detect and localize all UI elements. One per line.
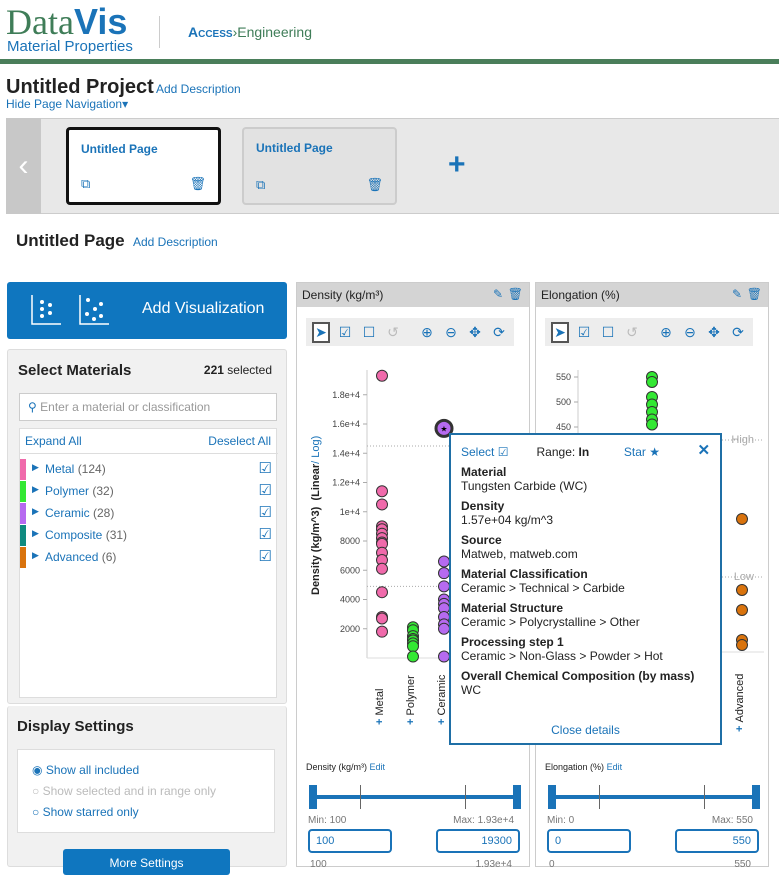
data-point-ceramic[interactable]: [438, 555, 450, 568]
data-point-advanced[interactable]: [736, 513, 748, 525]
y-tick-label: 550: [556, 372, 571, 382]
detail-key: Source: [461, 533, 502, 547]
detail-value: Ceramic > Non-Glass > Powder > Hot: [461, 649, 663, 663]
detail-value: Ceramic > Polycrystalline > Other: [461, 615, 640, 629]
detail-value: Ceramic > Technical > Carbide: [461, 581, 625, 595]
range-status: Range: In: [536, 445, 590, 459]
detail-key: Material: [461, 465, 507, 479]
range-min-input[interactable]: 0: [547, 829, 631, 853]
range-slider-track[interactable]: [312, 795, 516, 799]
close-icon[interactable]: ✕: [697, 443, 710, 459]
data-point-metal[interactable]: [376, 562, 388, 575]
category-label-text: Polymer: [405, 675, 417, 716]
y-tick-label: 1.8e+4: [332, 390, 360, 400]
range-slider-track[interactable]: [551, 795, 755, 799]
y-tick-label: 450: [556, 422, 571, 432]
category-label-text: Advanced: [734, 673, 746, 723]
range-slider-handle[interactable]: [513, 785, 521, 809]
category-label-polymer[interactable]: + Polymer: [405, 675, 417, 725]
data-point-ceramic[interactable]: [438, 567, 450, 580]
star-icon: ★: [440, 424, 447, 433]
y-tick-label: 2000: [340, 624, 360, 634]
range-marker: [599, 785, 600, 809]
slider-max-label: Max: 1.93e+4: [453, 815, 514, 826]
edit-range-link[interactable]: Edit: [370, 762, 386, 772]
axis-max-label: 550: [734, 859, 751, 870]
material-details-popup: Select ☑ Range: In Star ★ ✕ Material Tung…: [449, 433, 722, 745]
range-max-input[interactable]: 550: [675, 829, 759, 853]
category-label-ceramic[interactable]: + Ceramic: [436, 675, 448, 725]
axis-max-label: 1.93e+4: [475, 859, 512, 870]
range-low-label: Low: [734, 571, 754, 583]
star-toggle[interactable]: Star ★: [624, 445, 698, 459]
plus-icon[interactable]: +: [436, 716, 448, 725]
data-point-polymer[interactable]: [407, 650, 419, 663]
data-point-advanced[interactable]: [736, 604, 748, 616]
y-tick-label: 4000: [340, 595, 360, 605]
close-details-link[interactable]: Close details: [461, 723, 710, 737]
data-point-polymer[interactable]: [646, 418, 658, 431]
data-point-ceramic[interactable]: [438, 622, 450, 635]
slider-label: Density (kg/m³) Edit: [306, 762, 386, 772]
detail-value: Matweb, matweb.com: [461, 547, 578, 561]
detail-key: Material Classification: [461, 567, 588, 581]
detail-value: WC: [461, 683, 481, 697]
detail-value: 1.57e+04 kg/m^3: [461, 513, 554, 527]
data-point-ceramic[interactable]: [438, 650, 450, 663]
select-toggle[interactable]: Select ☑: [461, 445, 537, 459]
y-tick-label: 500: [556, 397, 571, 407]
y-tick-label: 1.4e+4: [332, 448, 360, 458]
category-label-metal[interactable]: + Metal: [374, 689, 386, 725]
data-point-advanced[interactable]: [736, 639, 748, 651]
y-tick-label: 8000: [340, 536, 360, 546]
data-point-advanced[interactable]: [736, 584, 748, 596]
range-marker: [360, 785, 361, 809]
category-label-text: Ceramic: [436, 674, 448, 716]
data-point-metal[interactable]: [376, 625, 388, 638]
data-point-ceramic[interactable]: [438, 580, 450, 593]
range-max-input[interactable]: 19300: [436, 829, 520, 853]
data-point-metal[interactable]: [376, 612, 388, 625]
log-toggle[interactable]: / Log): [310, 436, 322, 464]
slider-label: Elongation (%) Edit: [545, 762, 623, 772]
detail-key: Material Structure: [461, 601, 564, 615]
range-marker: [704, 785, 705, 809]
y-tick-label: 1e+4: [340, 507, 360, 517]
plus-icon[interactable]: +: [374, 716, 386, 725]
detail-key: Density: [461, 499, 505, 513]
plus-icon[interactable]: +: [734, 723, 746, 732]
detail-key: Processing step 1: [461, 635, 564, 649]
detail-key: Overall Chemical Composition (by mass): [461, 669, 695, 683]
range-min-input[interactable]: 100: [308, 829, 392, 853]
linear-toggle[interactable]: (Linear: [310, 464, 322, 501]
data-point-metal[interactable]: [376, 485, 388, 498]
slider-max-label: Max: 550: [711, 815, 753, 826]
range-marker: [465, 785, 466, 809]
y-tick-label: 1.2e+4: [332, 478, 360, 488]
category-label-text: Metal: [374, 688, 386, 716]
range-slider-handle[interactable]: [752, 785, 760, 809]
plus-icon[interactable]: +: [405, 716, 417, 725]
data-point-metal[interactable]: [376, 586, 388, 599]
display-settings-title: Display Settings: [17, 718, 134, 735]
y-axis-label: Density (kg/m^3) (Linear/ Log): [310, 435, 322, 595]
data-point-polymer[interactable]: [407, 640, 419, 653]
data-point-polymer[interactable]: [646, 376, 658, 388]
range-slider-handle[interactable]: [548, 785, 556, 809]
data-point-metal[interactable]: [376, 498, 388, 511]
y-tick-label: 6000: [340, 565, 360, 575]
y-tick-label: 1.6e+4: [332, 419, 360, 429]
data-point-metal[interactable]: [376, 369, 388, 382]
range-high-label: High: [731, 434, 754, 446]
edit-range-link[interactable]: Edit: [607, 762, 623, 772]
detail-value: Tungsten Carbide (WC): [461, 479, 588, 493]
range-slider-handle[interactable]: [309, 785, 317, 809]
category-label-advanced[interactable]: + Advanced: [734, 674, 746, 732]
